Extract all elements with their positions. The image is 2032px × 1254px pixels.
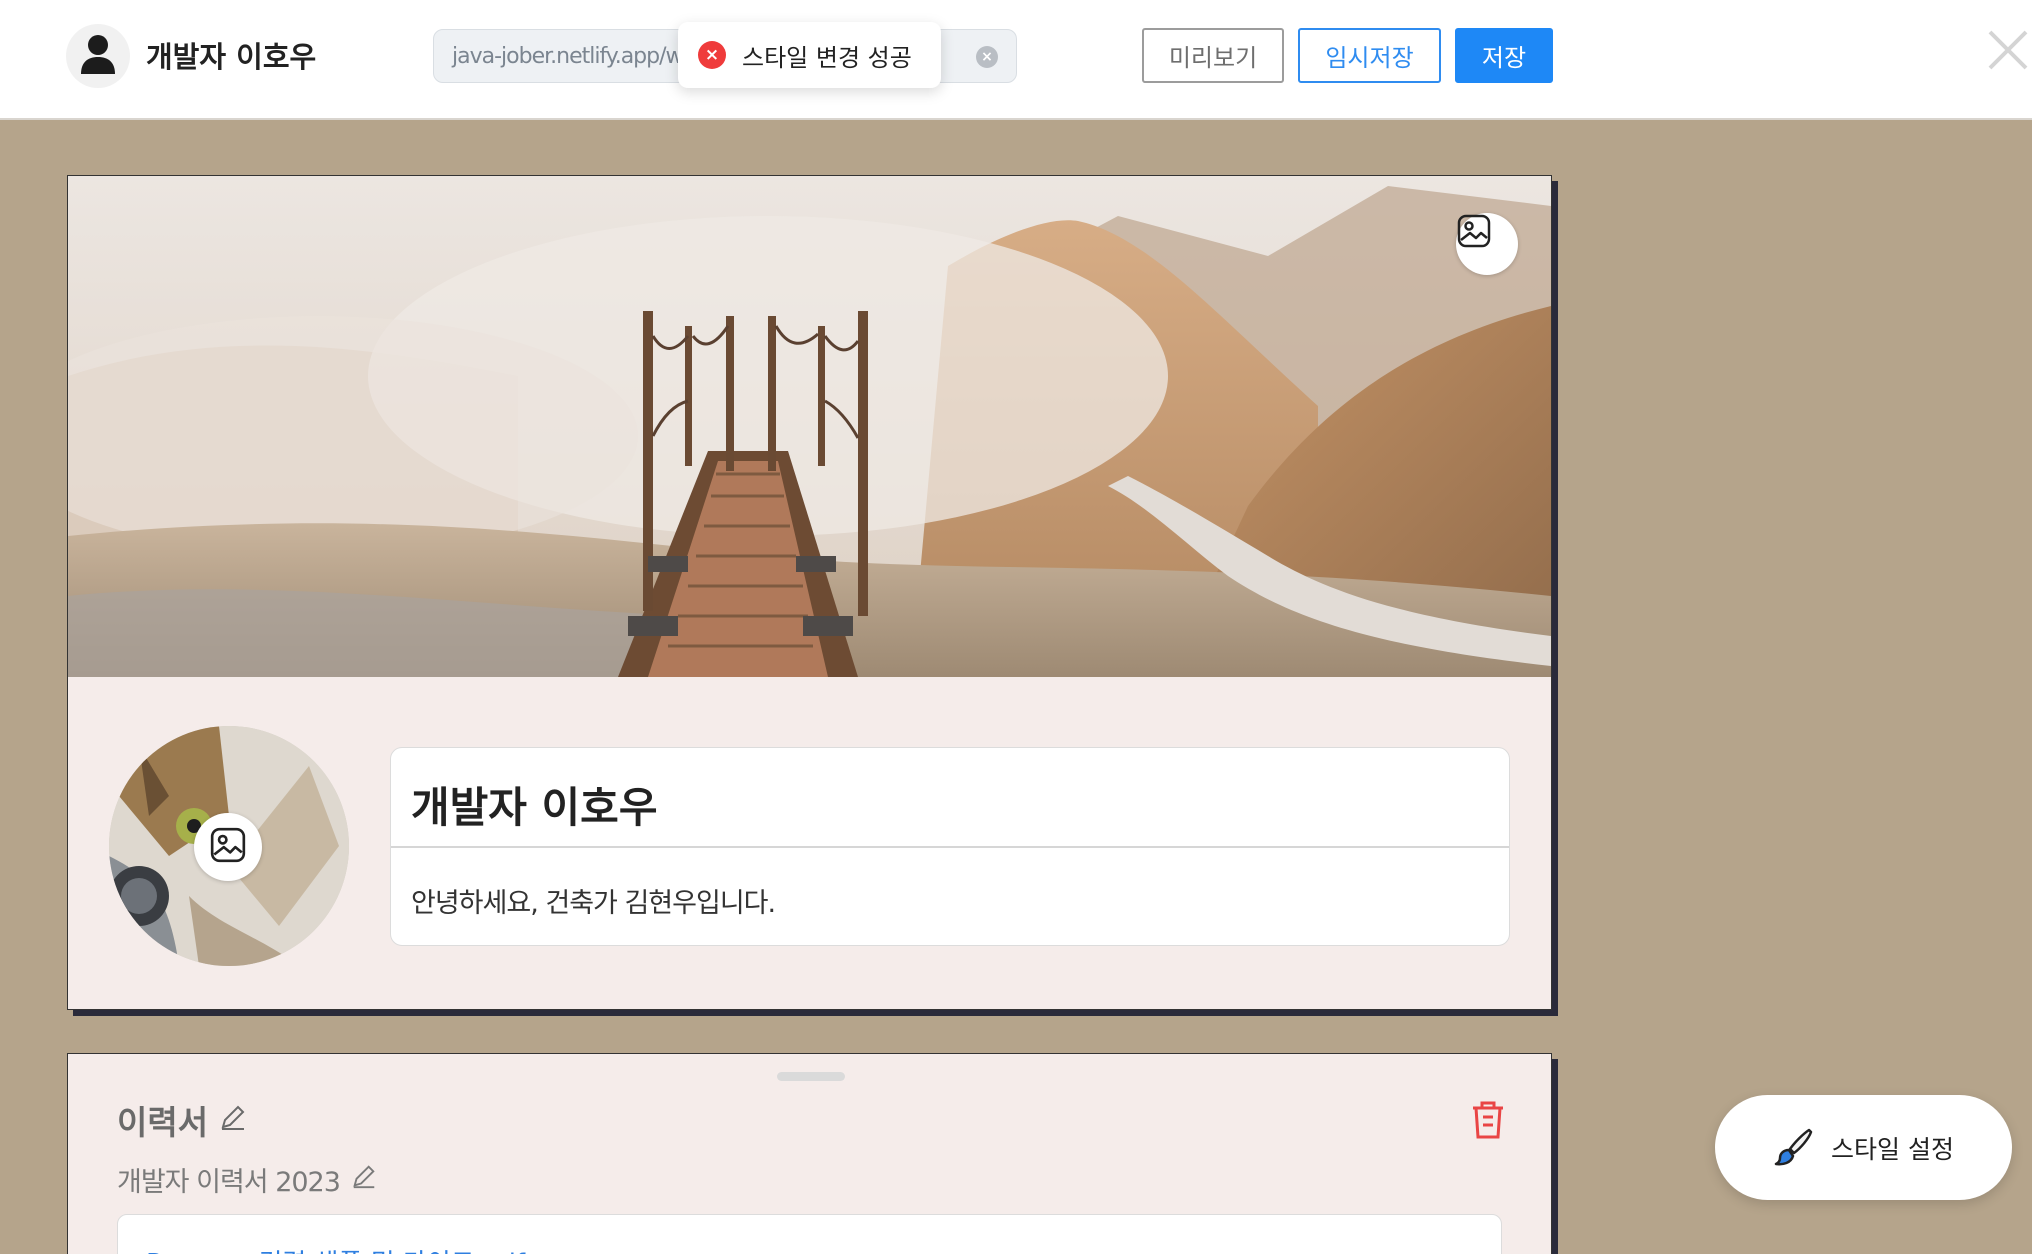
toast-message: 스타일 변경 성공 xyxy=(742,43,912,72)
share-url-text: java-jober.netlify.app/wa xyxy=(452,43,696,69)
change-photo-button[interactable] xyxy=(194,813,262,881)
user-icon xyxy=(79,34,117,78)
clear-icon[interactable]: × xyxy=(976,46,998,68)
style-settings-label: 스타일 설정 xyxy=(1831,1134,1954,1164)
cover-landscape xyxy=(68,176,1551,677)
toast-notification: × 스타일 변경 성공 xyxy=(678,22,941,88)
profile-info-box: 개발자 이호우 안녕하세요, 건축가 김현우입니다. xyxy=(390,747,1510,946)
resume-title-row: 이력서 xyxy=(117,1096,248,1144)
attached-file[interactable]: Resume 경력 샘플 및 가이드.pdf xyxy=(117,1214,1502,1254)
resume-subtitle: 개발자 이력서 2023 xyxy=(117,1167,341,1198)
cover-image xyxy=(68,176,1551,677)
brush-icon xyxy=(1773,1126,1813,1170)
close-icon[interactable] xyxy=(1986,28,2032,78)
resume-subtitle-row: 개발자 이력서 2023 xyxy=(117,1160,378,1199)
change-cover-button[interactable] xyxy=(1456,213,1518,275)
owner-name: 개발자 이호우 xyxy=(146,40,317,74)
save-button[interactable]: 저장 xyxy=(1455,28,1553,83)
pencil-icon[interactable] xyxy=(350,1162,378,1197)
top-bar: 개발자 이호우 java-jober.netlify.app/wa × × 스타… xyxy=(0,0,2032,120)
user-avatar-button[interactable] xyxy=(66,24,130,88)
error-icon: × xyxy=(698,41,726,69)
profile-bio[interactable]: 안녕하세요, 건축가 김현우입니다. xyxy=(411,881,776,920)
resume-card: 이력서 개발자 이력서 2023 Resume 경력 샘플 및 가이드.pdf xyxy=(67,1053,1552,1254)
resume-title: 이력서 xyxy=(117,1103,209,1142)
drag-handle[interactable] xyxy=(777,1072,845,1081)
save-draft-button[interactable]: 임시저장 xyxy=(1298,28,1441,83)
divider xyxy=(391,846,1509,848)
profile-card: 개발자 이호우 안녕하세요, 건축가 김현우입니다. xyxy=(67,175,1552,1010)
file-name[interactable]: Resume 경력 샘플 및 가이드.pdf xyxy=(146,1243,525,1254)
profile-name[interactable]: 개발자 이호우 xyxy=(411,774,657,835)
trash-icon[interactable] xyxy=(1470,1100,1506,1140)
style-settings-button[interactable]: 스타일 설정 xyxy=(1715,1095,2012,1200)
pencil-icon[interactable] xyxy=(218,1101,248,1140)
preview-button[interactable]: 미리보기 xyxy=(1142,28,1284,83)
image-icon xyxy=(209,826,247,868)
